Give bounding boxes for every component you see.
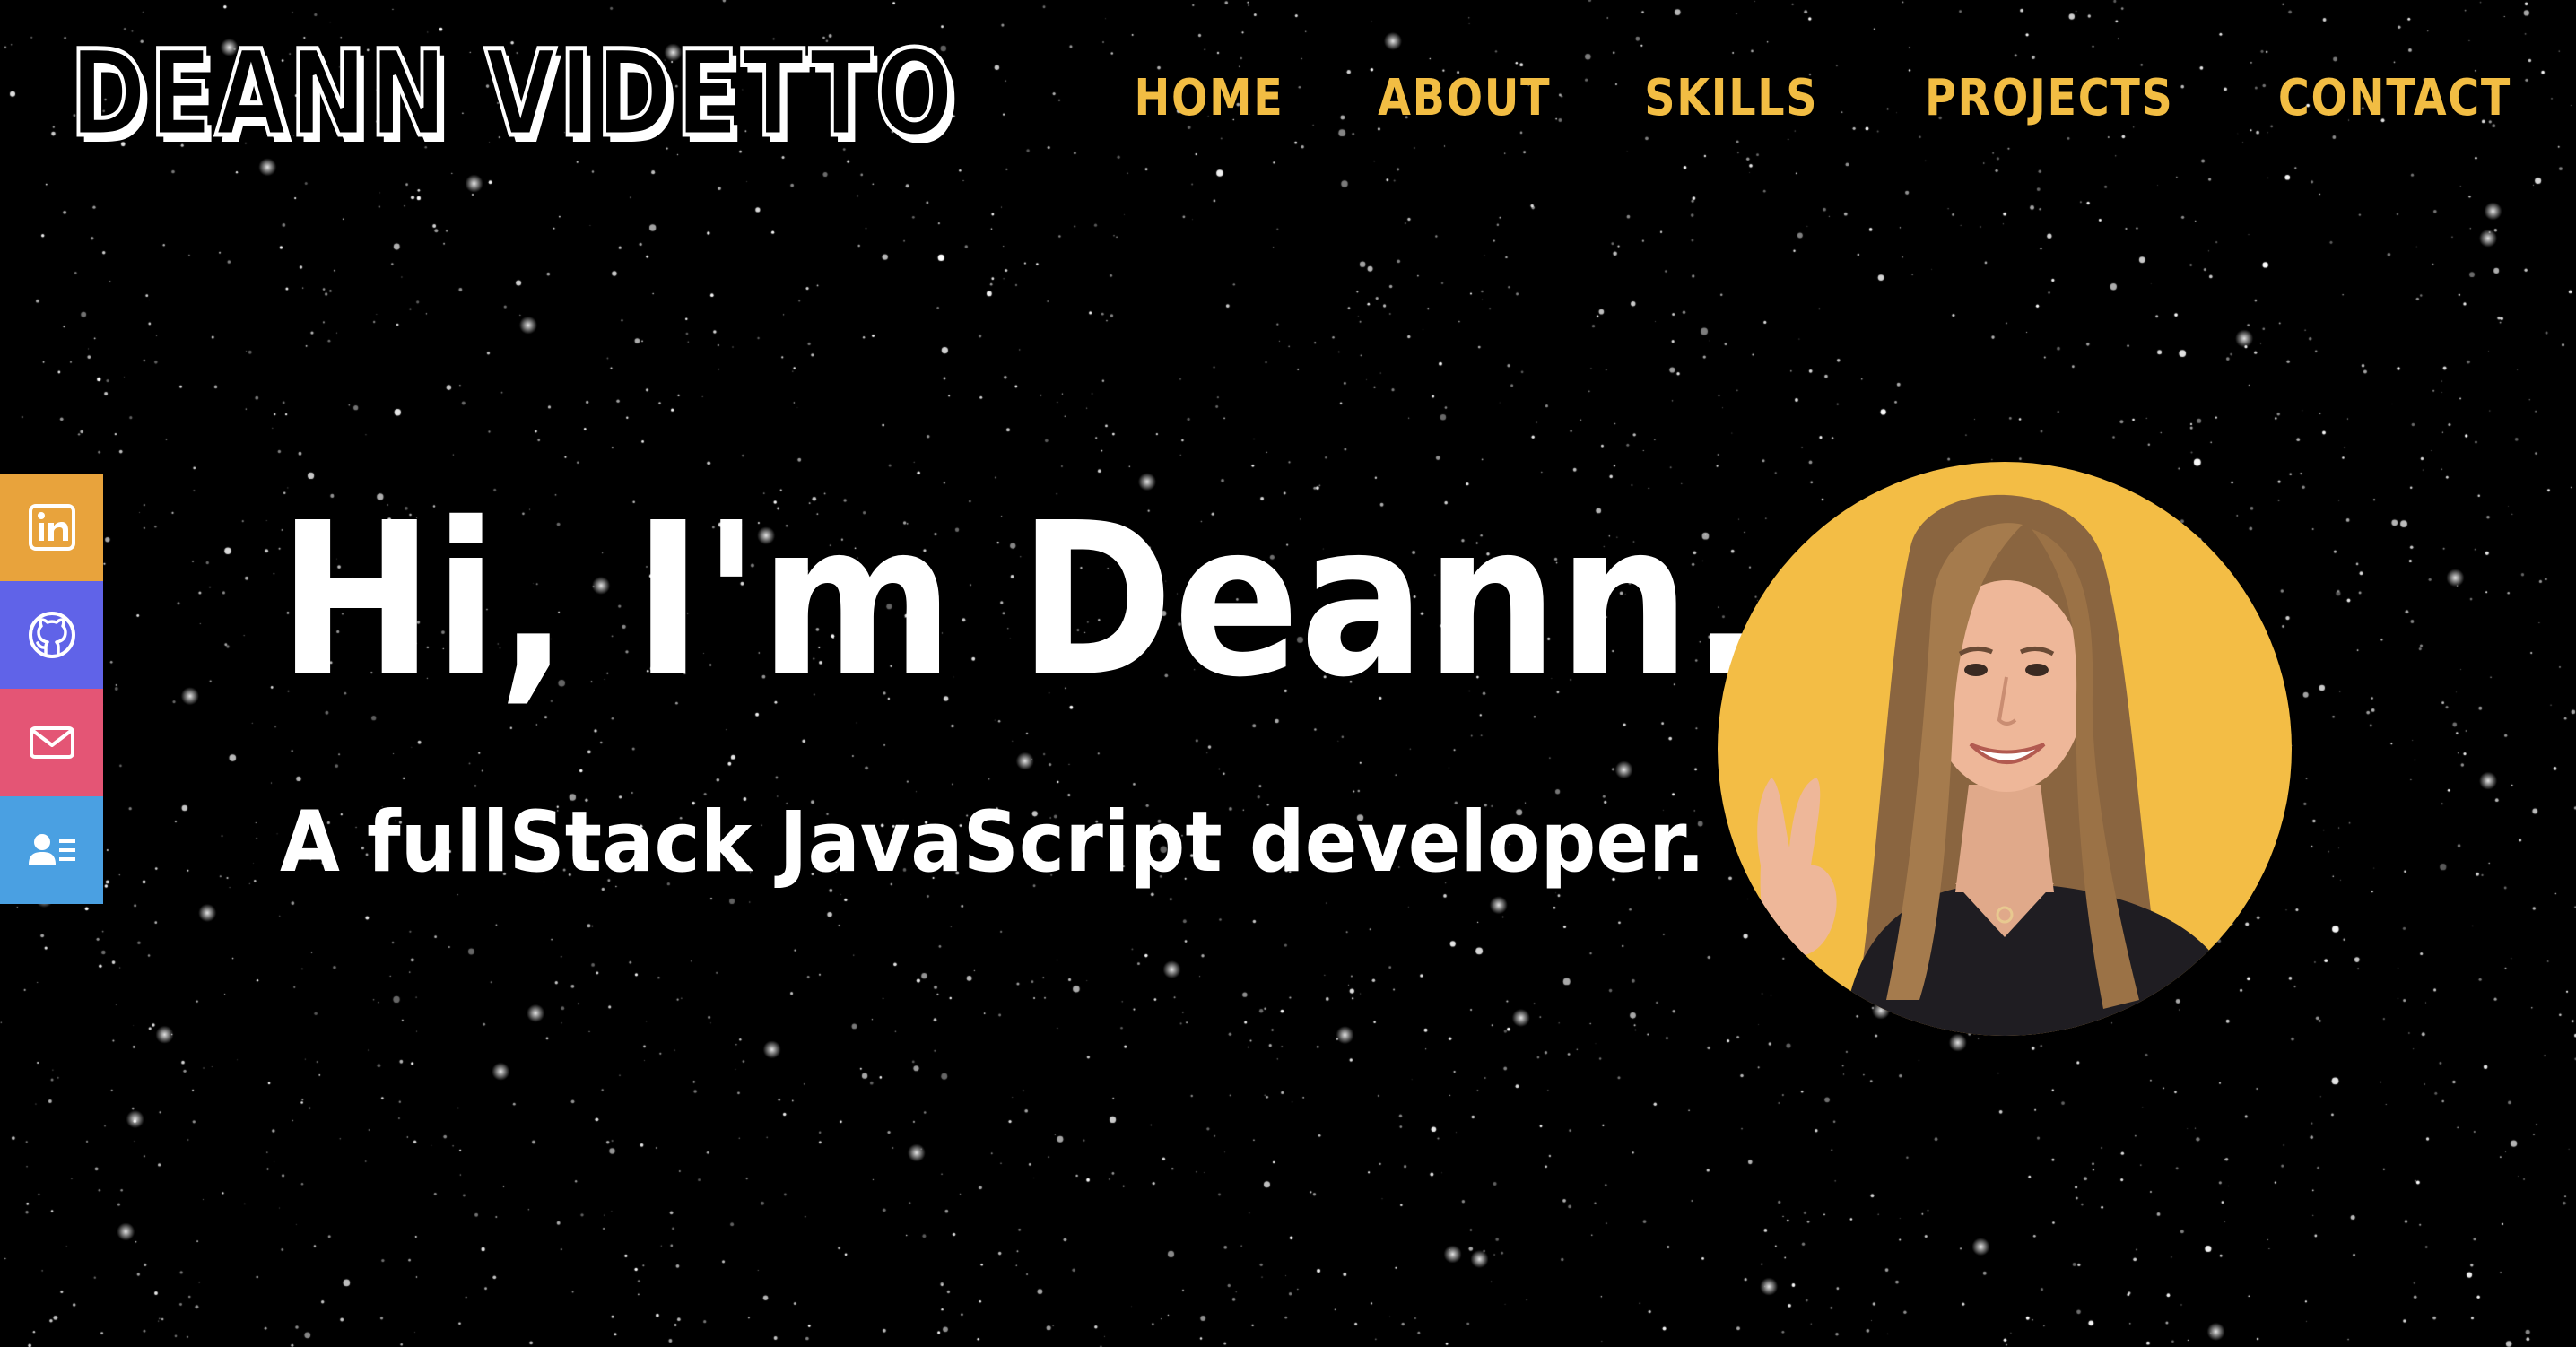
email-link[interactable] <box>0 689 103 796</box>
nav-home[interactable]: HOME <box>1135 63 1284 135</box>
nav-contact[interactable]: CONTACT <box>2278 63 2511 135</box>
github-icon <box>28 612 75 658</box>
linkedin-link[interactable] <box>0 474 103 581</box>
mail-icon <box>29 726 74 759</box>
hero-subtitle: A fullStack JavaScript developer. <box>280 794 1706 891</box>
linkedin-icon <box>28 504 75 551</box>
social-sidebar <box>0 474 103 904</box>
nav-skills[interactable]: SKILLS <box>1644 63 1818 135</box>
github-link[interactable] <box>0 581 103 689</box>
nav-about[interactable]: ABOUT <box>1378 63 1551 135</box>
hero-title: Hi, I'm Deann. <box>278 477 1762 724</box>
resume-icon <box>28 834 75 865</box>
site-logo[interactable]: DEANN VIDETTO <box>68 25 956 164</box>
resume-link[interactable] <box>0 796 103 904</box>
main-nav: HOME ABOUT SKILLS PROJECTS CONTACT <box>1108 63 2511 135</box>
nav-projects[interactable]: PROJECTS <box>1925 63 2174 135</box>
profile-photo <box>1718 462 2292 1036</box>
profile-photo-illustration <box>1718 462 2292 1036</box>
